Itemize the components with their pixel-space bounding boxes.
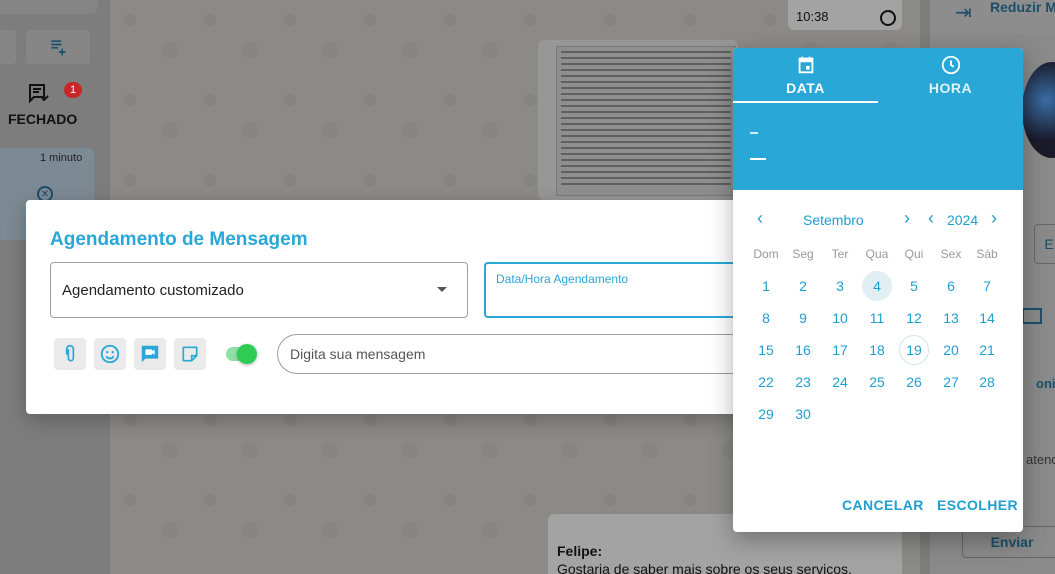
tab-date-label: DATA bbox=[786, 80, 825, 96]
calendar-day[interactable]: 27 bbox=[936, 367, 966, 397]
weekday-header: Ter bbox=[831, 247, 849, 261]
sidebar-top-bar bbox=[0, 0, 98, 14]
message-time: 10:38 bbox=[796, 9, 829, 24]
video-chat-icon bbox=[141, 345, 159, 363]
weekday-header: Seg bbox=[792, 247, 814, 261]
side-action-button[interactable]: E bbox=[1034, 224, 1055, 264]
sticker-button[interactable] bbox=[174, 338, 206, 370]
document-thumbnail[interactable] bbox=[556, 46, 736, 196]
smiley-icon bbox=[100, 344, 120, 364]
header-placeholder-dash bbox=[750, 132, 758, 134]
calendar-day[interactable]: 2 bbox=[788, 271, 818, 301]
calendar-day[interactable]: 14 bbox=[972, 303, 1002, 333]
calendar-icon bbox=[798, 56, 813, 74]
calendar-day[interactable]: 9 bbox=[788, 303, 818, 333]
arrow-right-icon: ⇥ bbox=[955, 2, 972, 24]
datetime-field-label: Data/Hora Agendamento bbox=[496, 272, 629, 286]
date-picker: DATA HORA ‹ Setembro › ‹ 2024 › Dom Seg Te… bbox=[733, 48, 1023, 532]
message-sender: Felipe: bbox=[557, 543, 603, 559]
message-text: Gostaria de saber mais sobre os seus ser… bbox=[557, 561, 852, 574]
calendar-day[interactable]: 6 bbox=[936, 271, 966, 301]
calendar-day[interactable]: 20 bbox=[936, 335, 966, 365]
calendar-day[interactable]: 23 bbox=[788, 367, 818, 397]
cancel-button[interactable]: CANCELAR bbox=[842, 497, 924, 513]
calendar-day[interactable]: 15 bbox=[751, 335, 781, 365]
calendar-day[interactable]: 8 bbox=[751, 303, 781, 333]
weekday-header: Dom bbox=[753, 247, 779, 261]
message-placeholder: Digita sua mensagem bbox=[290, 346, 426, 362]
attach-button[interactable] bbox=[54, 338, 86, 370]
video-message-button[interactable] bbox=[134, 338, 166, 370]
calendar-day[interactable]: 12 bbox=[899, 303, 929, 333]
clock-icon bbox=[880, 10, 896, 26]
weekday-header: Qui bbox=[904, 247, 924, 261]
calendar-day[interactable]: 21 bbox=[972, 335, 1002, 365]
new-ticket-button[interactable] bbox=[26, 30, 90, 64]
next-month-icon[interactable]: › bbox=[897, 208, 917, 228]
sync-label[interactable]: oniza bbox=[1036, 376, 1055, 391]
tab-time-label: HORA bbox=[928, 80, 973, 96]
tab-time[interactable]: HORA bbox=[878, 48, 1023, 104]
calendar-day[interactable]: 16 bbox=[788, 335, 818, 365]
datetime-field[interactable] bbox=[484, 262, 744, 318]
closed-tickets-icon[interactable] bbox=[27, 82, 51, 106]
calendar-day[interactable]: 26 bbox=[899, 367, 929, 397]
calendar-day[interactable]: 29 bbox=[751, 399, 781, 429]
ticket-time: 1 minuto bbox=[40, 152, 83, 164]
closed-count-badge: 1 bbox=[64, 82, 82, 98]
calendar-day[interactable]: 28 bbox=[972, 367, 1002, 397]
mail-icon[interactable] bbox=[1022, 308, 1042, 324]
emoji-button[interactable] bbox=[94, 338, 126, 370]
weekday-header: Sex bbox=[940, 247, 962, 261]
clock-icon bbox=[941, 55, 960, 75]
header-placeholder-dash bbox=[750, 158, 766, 160]
year-label[interactable]: 2024 bbox=[947, 212, 978, 228]
calendar-day[interactable]: 4 bbox=[862, 271, 892, 301]
dialog-title: Agendamento de Mensagem bbox=[50, 229, 308, 250]
attendance-label: atenc bbox=[1026, 452, 1055, 467]
closed-tab-label[interactable]: FECHADO bbox=[8, 111, 77, 127]
weekday-header: Qua bbox=[865, 247, 889, 261]
calendar-day[interactable]: 3 bbox=[825, 271, 855, 301]
reduce-label[interactable]: Reduzir M bbox=[990, 0, 1055, 15]
prev-year-icon[interactable]: ‹ bbox=[921, 208, 941, 228]
add-note-icon bbox=[51, 40, 66, 56]
next-year-icon[interactable]: › bbox=[984, 208, 1004, 228]
calendar-day[interactable]: 25 bbox=[862, 367, 892, 397]
calendar-day[interactable]: 17 bbox=[825, 335, 855, 365]
calendar-day[interactable]: 1 bbox=[751, 271, 781, 301]
toggle-thumb[interactable] bbox=[237, 344, 257, 364]
calendar-day[interactable]: 10 bbox=[825, 303, 855, 333]
date-picker-header: DATA HORA bbox=[733, 48, 1023, 190]
calendar-day[interactable]: 18 bbox=[862, 335, 892, 365]
active-tab-indicator bbox=[733, 101, 878, 103]
schedule-type-value: Agendamento customizado bbox=[62, 282, 244, 299]
choose-button[interactable]: ESCOLHER bbox=[937, 497, 1018, 513]
tab-date[interactable]: DATA bbox=[733, 48, 878, 104]
sidebar-tab-button[interactable] bbox=[0, 30, 16, 64]
calendar-day[interactable]: 22 bbox=[751, 367, 781, 397]
calendar-day[interactable]: 5 bbox=[899, 271, 929, 301]
weekday-header: Sáb bbox=[976, 247, 998, 261]
calendar-day[interactable]: 7 bbox=[972, 271, 1002, 301]
calendar-day[interactable]: 30 bbox=[788, 399, 818, 429]
sticky-note-icon bbox=[182, 346, 198, 362]
calendar-day[interactable]: 19 bbox=[899, 335, 929, 365]
calendar-day[interactable]: 11 bbox=[862, 303, 892, 333]
dropdown-arrow-icon[interactable] bbox=[437, 287, 447, 292]
prev-month-icon[interactable]: ‹ bbox=[750, 208, 770, 228]
paperclip-icon bbox=[65, 344, 75, 362]
calendar-day[interactable]: 13 bbox=[936, 303, 966, 333]
calendar-day[interactable]: 24 bbox=[825, 367, 855, 397]
month-label[interactable]: Setembro bbox=[803, 212, 864, 228]
